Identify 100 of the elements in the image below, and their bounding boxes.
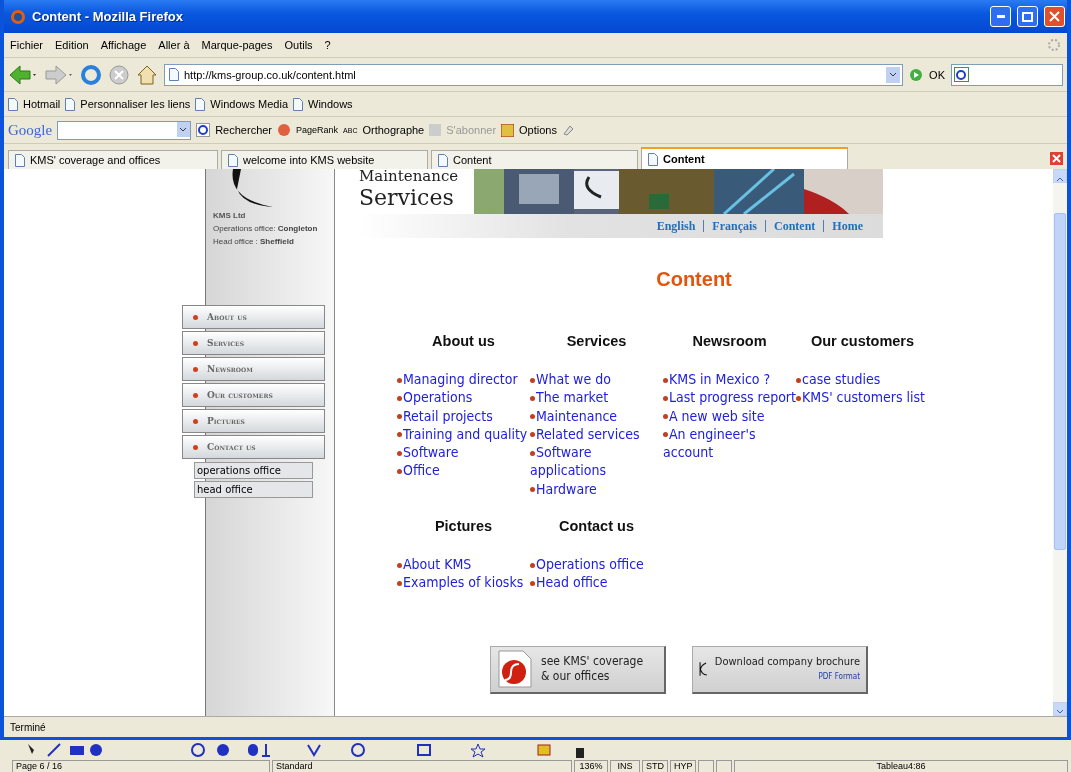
section-link[interactable]: Related services	[530, 424, 663, 444]
section-link[interactable]: Last progress report	[663, 388, 796, 407]
bookmark-link[interactable]: Windows	[308, 98, 353, 110]
go-label[interactable]: OK	[929, 68, 945, 81]
section-link[interactable]: Software applications	[530, 443, 663, 480]
section-link[interactable]: Training and quality	[397, 424, 530, 444]
section-link[interactable]: A new web site	[663, 406, 796, 425]
section-link[interactable]: Maintenance	[530, 406, 663, 425]
go-icon[interactable]	[909, 67, 924, 82]
bullet-icon	[530, 432, 535, 438]
minimize-button[interactable]	[990, 6, 1011, 27]
nav-button[interactable]: Our customers	[182, 383, 325, 407]
section-link[interactable]: Office	[397, 461, 530, 480]
back-arrow-icon[interactable]	[8, 63, 38, 86]
section-link[interactable]: KMS in Mexico ?	[663, 370, 796, 389]
browser-tab[interactable]: Content	[641, 147, 848, 169]
close-tab-icon[interactable]	[1050, 152, 1063, 165]
dropdown-icon[interactable]	[177, 121, 191, 137]
bullet-icon	[530, 487, 535, 493]
bookmark-link[interactable]: Hotmail	[23, 98, 61, 110]
pagerank-label: PageRank	[296, 125, 339, 135]
address-field[interactable]: http://kms-group.co.uk/content.html	[164, 63, 904, 86]
menu-item[interactable]: Affichage	[100, 39, 147, 51]
page-icon	[169, 68, 179, 81]
scroll-down-button[interactable]	[1053, 702, 1067, 716]
section-link[interactable]: Head office	[530, 573, 663, 592]
flash-logo-icon	[497, 650, 533, 689]
language-link[interactable]: English	[648, 220, 704, 232]
search-field[interactable]	[951, 63, 1063, 86]
bullet-icon	[530, 395, 535, 401]
section-link[interactable]: Operations office	[530, 555, 663, 574]
promo-button[interactable]: Download company brochure PDF Format	[692, 645, 868, 694]
bullet-icon	[530, 450, 535, 456]
reload-icon[interactable]	[80, 63, 102, 86]
language-link[interactable]: Home	[823, 220, 871, 232]
section-link[interactable]: About KMS	[397, 555, 530, 574]
status-cell: Standard	[272, 760, 572, 772]
dropdown-icon[interactable]	[886, 66, 901, 83]
browser-tab[interactable]: KMS' coverage and offices	[8, 150, 218, 169]
status-cell: Tableau4:86	[734, 760, 1068, 772]
section-link[interactable]: What we do	[530, 370, 663, 389]
menu-item[interactable]: Marque-pages	[201, 39, 273, 51]
company-name: KMS Ltd	[213, 210, 247, 222]
section-title: Newsroom	[691, 333, 768, 349]
spellcheck-button[interactable]: Orthographe	[362, 124, 425, 136]
subnav-button[interactable]: operations office	[194, 462, 313, 479]
section-link[interactable]: Software	[397, 443, 530, 462]
section-link[interactable]: Managing director	[397, 370, 530, 389]
section-link[interactable]: Examples of kiosks	[397, 573, 530, 592]
browser-tab[interactable]: welcome into KMS website	[221, 150, 428, 169]
status-cell: INS	[610, 760, 640, 772]
browser-tab[interactable]: Content	[431, 150, 638, 169]
promo-button[interactable]: see KMS' coverage & our offices	[490, 645, 666, 694]
stop-icon[interactable]	[108, 63, 130, 86]
status-cell: 136%	[574, 760, 608, 772]
google-icon	[196, 123, 211, 137]
company-address: Operations office: Congleton	[213, 223, 319, 235]
google-search-field[interactable]	[57, 120, 192, 140]
home-icon[interactable]	[136, 63, 158, 86]
close-button[interactable]	[1044, 6, 1065, 27]
menu-item[interactable]: Outils	[284, 39, 313, 51]
section-link[interactable]: case studies	[796, 370, 929, 389]
nav-button[interactable]: Pictures	[182, 409, 325, 433]
firefox-logo-icon	[10, 8, 26, 25]
bookmark-link[interactable]: Personnaliser les liens	[80, 98, 191, 110]
scrollbar[interactable]	[1053, 169, 1067, 716]
section-title: Contact us	[558, 518, 635, 535]
search-button[interactable]: Rechercher	[215, 124, 273, 136]
language-link[interactable]: Français	[703, 220, 765, 232]
maximize-button[interactable]	[1017, 6, 1038, 27]
bullet-icon	[796, 395, 801, 401]
nav-button[interactable]: About us	[182, 305, 325, 329]
caret-down-icon	[1056, 709, 1064, 715]
nav-button[interactable]: Services	[182, 331, 325, 355]
bullet-icon	[663, 432, 668, 438]
section-link[interactable]: Hardware	[530, 479, 663, 499]
bullet-icon	[397, 450, 402, 456]
section-title: Services	[565, 333, 628, 349]
section-link[interactable]: The market	[530, 388, 663, 407]
page-heading: Content	[656, 268, 732, 291]
section-link[interactable]: Retail projects	[397, 406, 530, 425]
menu-item[interactable]: Fichier	[10, 39, 43, 51]
scroll-thumb[interactable]	[1054, 213, 1066, 550]
section-title: About us	[431, 333, 496, 349]
menu-item[interactable]: Aller à	[158, 39, 190, 51]
options-button[interactable]: Options	[519, 124, 557, 136]
language-link[interactable]: Content	[765, 220, 824, 232]
scroll-up-button[interactable]	[1053, 169, 1067, 183]
bookmark-link[interactable]: Windows Media	[210, 98, 288, 110]
page-icon	[293, 97, 303, 111]
nav-button[interactable]: Newsroom	[182, 357, 325, 381]
nav-button[interactable]: Contact us	[182, 435, 325, 459]
eraser-icon[interactable]	[561, 124, 574, 136]
subnav-button[interactable]: head office	[194, 481, 313, 498]
section-link[interactable]: KMS' customers list	[796, 388, 929, 407]
google-logo: Google	[8, 121, 53, 139]
section-link[interactable]: An engineer's account	[663, 424, 796, 462]
menu-item[interactable]: ?	[324, 39, 331, 51]
menu-item[interactable]: Edition	[55, 39, 89, 51]
section-link[interactable]: Operations	[397, 388, 530, 407]
